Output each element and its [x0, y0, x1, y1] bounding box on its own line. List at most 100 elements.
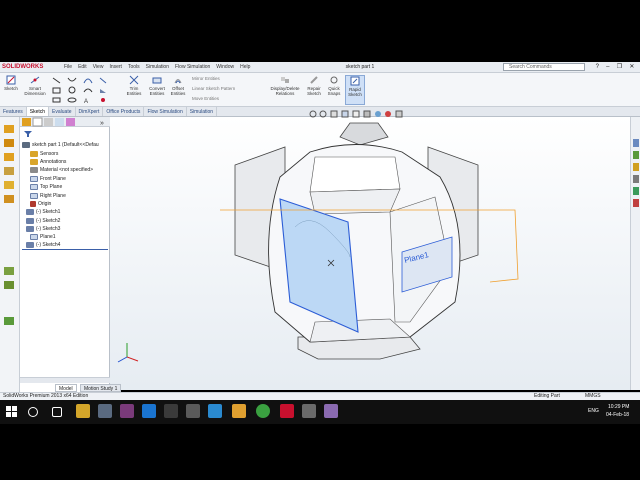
material-icon	[30, 167, 38, 174]
clock-time[interactable]: 10:29 PM	[608, 404, 629, 410]
menu-insert[interactable]: Insert	[109, 63, 122, 72]
tab-simulation[interactable]: Simulation	[187, 107, 218, 116]
tab-flow-simulation[interactable]: Flow Simulation	[144, 107, 187, 116]
edge-browser-icon[interactable]	[142, 404, 156, 418]
store-icon[interactable]	[164, 404, 178, 418]
tree-item-sketch1[interactable]: (-) Sketch1	[22, 208, 108, 216]
tree-item-sketch2[interactable]: (-) Sketch2	[22, 217, 108, 225]
file-explorer-icon[interactable]	[76, 404, 90, 418]
sketch-icon	[26, 242, 34, 249]
help-button[interactable]: ?	[596, 63, 599, 72]
tab-sketch[interactable]: Sketch	[26, 107, 50, 116]
menu-tools[interactable]: Tools	[128, 63, 140, 72]
smart-dimension-button[interactable]: Smart Dimension	[22, 75, 48, 96]
menu-window[interactable]: Window	[216, 63, 234, 72]
tab-motion-study-1[interactable]: Motion Study 1	[80, 384, 122, 392]
rapid-sketch-button[interactable]: Rapid Sketch	[345, 75, 365, 105]
app-icon-2[interactable]	[120, 404, 134, 418]
language-indicator[interactable]: ENG	[588, 408, 599, 414]
app-icon-5[interactable]	[302, 404, 316, 418]
quick-snaps-icon	[330, 76, 338, 84]
cortana-icon[interactable]	[28, 407, 38, 417]
menu-view[interactable]: View	[93, 63, 104, 72]
origin-icon	[30, 200, 36, 207]
edition-label: SolidWorks Premium 2013 x64 Edition	[3, 393, 89, 399]
trim-icon	[129, 75, 139, 85]
chrome-icon[interactable]	[256, 404, 270, 418]
windows-start-icon[interactable]	[6, 406, 18, 418]
tab-evaluate[interactable]: Evaluate	[49, 107, 76, 116]
linear-sketch-pattern-button[interactable]: Linear Sketch Pattern	[192, 86, 235, 92]
feature-tree: sketch part 1 (Default<<Defau Sensors An…	[22, 141, 108, 251]
menu-flow-simulation[interactable]: Flow Simulation	[175, 63, 210, 72]
repair-sketch-button[interactable]: Repair Sketch	[305, 75, 323, 96]
model-canvas[interactable]: Plane1	[110, 117, 630, 390]
task-view-icon[interactable]	[52, 407, 62, 417]
sketch-icon	[26, 217, 34, 224]
search-commands-input[interactable]: Search Commands	[503, 63, 585, 71]
window-controls: ? – ❐ ✕	[592, 63, 638, 72]
menu-file[interactable]: File	[64, 63, 72, 72]
quick-snaps-button[interactable]: Quick Snaps	[325, 75, 343, 96]
tree-item-material[interactable]: Material <not specified>	[22, 166, 108, 174]
plane-icon	[30, 234, 38, 241]
command-manager-ribbon: Sketch Smart Dimension A Trim Entities C…	[0, 73, 640, 107]
tree-item-right-plane[interactable]: Right Plane	[22, 191, 108, 199]
repair-sketch-icon	[310, 76, 318, 84]
graphics-area[interactable]: Plane1	[110, 117, 630, 390]
tree-item-top-plane[interactable]: Top Plane	[22, 183, 108, 191]
heads-up-view-toolbar-icons[interactable]	[308, 109, 438, 119]
app-icon-1[interactable]	[98, 404, 112, 418]
app-icon-3[interactable]	[186, 404, 200, 418]
left-toolbar-icons[interactable]	[0, 117, 20, 392]
part-icon	[22, 142, 30, 149]
tree-item-annotations[interactable]: Annotations	[22, 158, 108, 166]
units-label[interactable]: MMGS	[585, 393, 601, 400]
svg-text:A: A	[84, 99, 88, 105]
tree-item-sensors[interactable]: Sensors	[22, 149, 108, 157]
panel-tabs[interactable]: »	[20, 117, 110, 127]
menu-help[interactable]: Help	[240, 63, 250, 72]
sketch-tools-icon-grid[interactable]: A	[50, 75, 116, 105]
restore-button[interactable]: ❐	[617, 63, 622, 72]
close-button[interactable]: ✕	[629, 63, 634, 72]
mirror-entities-button[interactable]: Mirror Entities	[192, 76, 220, 82]
sketch-icon	[26, 209, 34, 216]
trim-entities-button[interactable]: Trim Entities	[124, 75, 144, 96]
menu-edit[interactable]: Edit	[78, 63, 87, 72]
tree-item-sketch3[interactable]: (-) Sketch3	[22, 225, 108, 233]
clock-date[interactable]: 04-Feb-18	[606, 412, 629, 418]
task-pane-strip[interactable]	[630, 117, 640, 390]
app-icon-6[interactable]	[324, 404, 338, 418]
menu-simulation[interactable]: Simulation	[146, 63, 169, 72]
convert-entities-button[interactable]: Convert Entities	[146, 75, 168, 96]
bottom-letterbox	[0, 424, 640, 480]
move-entities-button[interactable]: Move Entities	[192, 96, 219, 102]
horizontal-scrollbar[interactable]	[20, 377, 110, 383]
top-letterbox	[0, 0, 640, 62]
windows-taskbar: ENG 10:29 PM 04-Feb-18	[0, 400, 640, 424]
tab-model[interactable]: Model	[55, 384, 77, 392]
skype-icon[interactable]	[208, 404, 222, 418]
app-icon-4[interactable]	[232, 404, 246, 418]
tree-item-part[interactable]: sketch part 1 (Default<<Defau	[22, 141, 108, 149]
tab-dimxpert[interactable]: DimXpert	[76, 107, 104, 116]
tree-item-sketch4[interactable]: (-) Sketch4	[22, 242, 108, 251]
tab-features[interactable]: Features	[0, 107, 27, 116]
offset-entities-icon	[174, 79, 182, 84]
tree-item-origin[interactable]: Origin	[22, 200, 108, 208]
solidworks-taskbar-icon[interactable]	[280, 404, 294, 418]
status-bar: SolidWorks Premium 2013 x64 Edition Edit…	[0, 392, 640, 400]
coordinate-triad	[117, 343, 139, 363]
filter-icon[interactable]	[23, 130, 33, 138]
sketch-button[interactable]: Sketch	[3, 75, 19, 91]
tree-item-front-plane[interactable]: Front Plane	[22, 175, 108, 183]
minimize-button[interactable]: –	[606, 63, 609, 72]
tab-office-products[interactable]: Office Products	[103, 107, 145, 116]
annotations-icon	[30, 158, 38, 165]
display-delete-relations-button[interactable]: Display/Delete Relations	[268, 75, 302, 96]
left-toolbar-strip	[0, 117, 20, 392]
offset-entities-button[interactable]: Offset Entities	[168, 75, 188, 96]
sketch-icon	[6, 75, 16, 85]
tree-item-plane1[interactable]: Plane1	[22, 233, 108, 241]
